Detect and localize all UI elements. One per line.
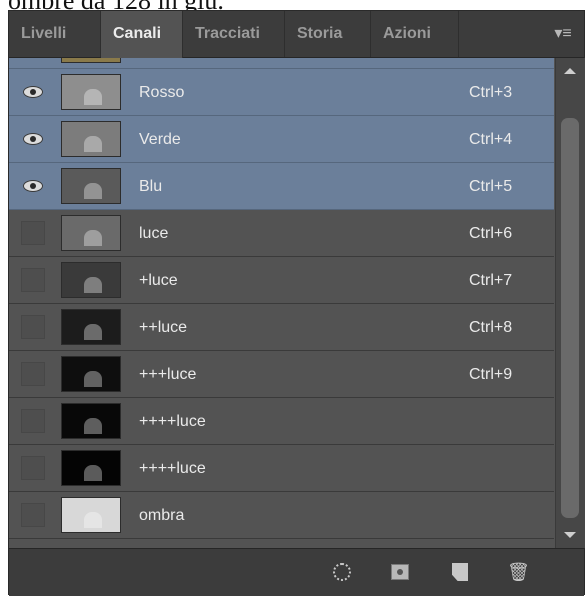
visibility-toggle[interactable]: [21, 221, 45, 245]
channel-name: ++++luce: [139, 460, 206, 477]
channel-thumbnail: [61, 309, 121, 345]
channels-panel: Livelli Canali Tracciati Storia Azioni ▾…: [8, 10, 585, 596]
channel-row-composite[interactable]: [9, 58, 554, 69]
channel-name: ++++luce: [139, 413, 206, 430]
channel-shortcut: Ctrl+8: [469, 319, 513, 336]
channel-row[interactable]: ++luce Ctrl+8: [9, 304, 554, 351]
channel-row[interactable]: ombra: [9, 492, 554, 539]
channel-shortcut: Ctrl+9: [469, 366, 513, 383]
channel-thumbnail: [61, 168, 121, 204]
channel-row[interactable]: ++++luce: [9, 445, 554, 492]
visibility-toggle[interactable]: [21, 503, 45, 527]
channel-name: +++luce: [139, 366, 197, 383]
channel-name: ++luce: [139, 319, 188, 336]
save-selection-icon[interactable]: [391, 564, 409, 580]
visibility-toggle[interactable]: [21, 315, 45, 339]
channel-name: Verde: [139, 131, 181, 148]
channel-row[interactable]: +++luce Ctrl+9: [9, 351, 554, 398]
panel-footer: 🗑: [9, 548, 584, 596]
panel-menu-icon[interactable]: ▾≡: [552, 23, 574, 45]
channel-thumbnail: [61, 262, 121, 298]
visibility-toggle[interactable]: [21, 409, 45, 433]
visibility-toggle[interactable]: [21, 362, 45, 386]
channel-name: Rosso: [139, 84, 185, 101]
channel-thumbnail: [61, 403, 121, 439]
scroll-up-arrow-icon[interactable]: [564, 68, 576, 74]
channel-thumbnail: [61, 121, 121, 157]
load-selection-icon[interactable]: [333, 563, 351, 581]
tab-bar: Livelli Canali Tracciati Storia Azioni ▾…: [9, 11, 584, 58]
new-channel-icon[interactable]: [452, 563, 468, 581]
scroll-down-arrow-icon[interactable]: [564, 532, 576, 538]
channel-row[interactable]: Verde Ctrl+4: [9, 116, 554, 163]
visibility-toggle[interactable]: [21, 456, 45, 480]
channel-thumbnail: [61, 450, 121, 486]
eye-icon[interactable]: [23, 180, 43, 192]
channel-shortcut: Ctrl+5: [469, 178, 513, 195]
channel-thumbnail: [61, 74, 121, 110]
channel-shortcut: Ctrl+7: [469, 272, 513, 289]
channel-name: +luce: [139, 272, 178, 289]
visibility-toggle[interactable]: [21, 268, 45, 292]
eye-icon[interactable]: [23, 133, 43, 145]
channel-thumbnail: [61, 356, 121, 392]
channel-thumbnail: [61, 215, 121, 251]
tab-tracciati[interactable]: Tracciati: [183, 11, 285, 57]
tab-canali[interactable]: Canali: [101, 11, 183, 58]
tab-livelli[interactable]: Livelli: [9, 11, 101, 57]
trash-icon[interactable]: 🗑: [507, 561, 530, 583]
tab-azioni[interactable]: Azioni: [371, 11, 459, 57]
channel-name: luce: [139, 225, 169, 242]
channel-row[interactable]: Rosso Ctrl+3: [9, 69, 554, 116]
channel-row[interactable]: ++++luce: [9, 398, 554, 445]
channel-shortcut: Ctrl+3: [469, 84, 513, 101]
channel-name: Blu: [139, 178, 163, 195]
vertical-scrollbar[interactable]: [555, 58, 585, 548]
channel-name: ombra: [139, 507, 185, 524]
channel-row[interactable]: +luce Ctrl+7: [9, 257, 554, 304]
channel-row[interactable]: luce Ctrl+6: [9, 210, 554, 257]
channel-shortcut: Ctrl+6: [469, 225, 513, 242]
channel-thumbnail: [61, 497, 121, 533]
channel-shortcut: Ctrl+4: [469, 131, 513, 148]
tab-storia[interactable]: Storia: [285, 11, 371, 57]
eye-icon[interactable]: [23, 86, 43, 98]
channel-list: Rosso Ctrl+3 Verde Ctrl+4 Blu Ctrl+5 luc…: [9, 58, 554, 548]
scroll-thumb[interactable]: [561, 118, 579, 518]
channel-row[interactable]: Blu Ctrl+5: [9, 163, 554, 210]
channel-thumbnail: [61, 58, 121, 63]
